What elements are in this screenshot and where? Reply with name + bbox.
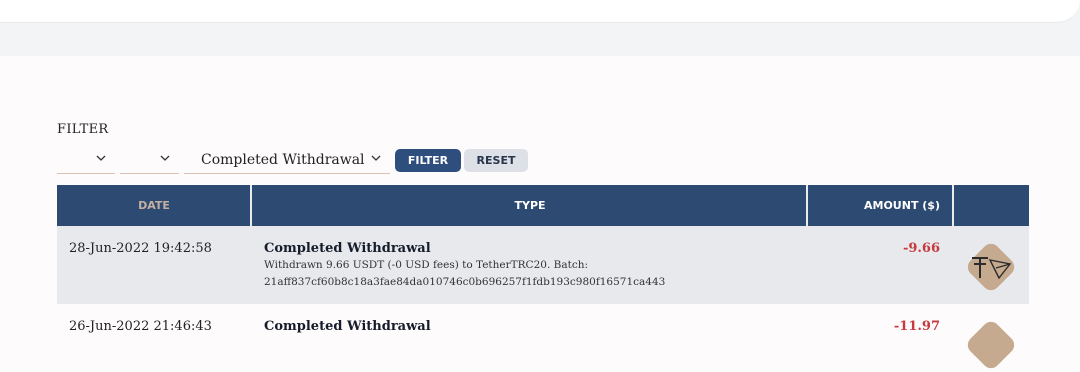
table-header: DATE TYPE AMOUNT ($) [57, 185, 1029, 226]
row-amount: -9.66 [902, 241, 940, 256]
row-type-title: Completed Withdrawal [264, 241, 431, 256]
column-divider [806, 185, 808, 226]
tether-trc20-icon [964, 240, 1018, 294]
filter-select-2[interactable] [120, 149, 179, 174]
filter-button[interactable]: FILTER [395, 149, 461, 172]
tether-coin-badge [964, 318, 1018, 372]
column-header-date[interactable]: DATE [57, 185, 251, 226]
reset-button[interactable]: RESET [464, 149, 528, 172]
filter-select-1[interactable] [57, 149, 115, 174]
column-divider [952, 185, 954, 226]
column-header-amount[interactable]: AMOUNT ($) [809, 185, 953, 226]
header-card [0, 0, 1080, 23]
row-date: 28-Jun-2022 19:42:58 [69, 241, 212, 256]
chevron-down-icon [95, 152, 107, 168]
table-row[interactable]: 28-Jun-2022 19:42:58 Completed Withdrawa… [57, 226, 1029, 304]
transaction-type-value: Completed Withdrawal [201, 152, 365, 168]
column-header-amount-label: AMOUNT ($) [864, 199, 940, 212]
column-divider [250, 185, 252, 226]
filter-title: FILTER [57, 122, 109, 137]
chevron-down-icon [370, 152, 382, 168]
row-description-line1: Withdrawn 9.66 USDT (-0 USD fees) to Tet… [264, 259, 589, 271]
row-description-line2: 21aff837cf60b8c18a3fae84da010746c0b69625… [264, 276, 666, 288]
chevron-down-icon [159, 152, 171, 168]
table-row[interactable]: 26-Jun-2022 21:46:43 Completed Withdrawa… [57, 304, 1029, 372]
column-header-type[interactable]: TYPE [253, 185, 807, 226]
transaction-type-select[interactable]: Completed Withdrawal [184, 149, 390, 174]
